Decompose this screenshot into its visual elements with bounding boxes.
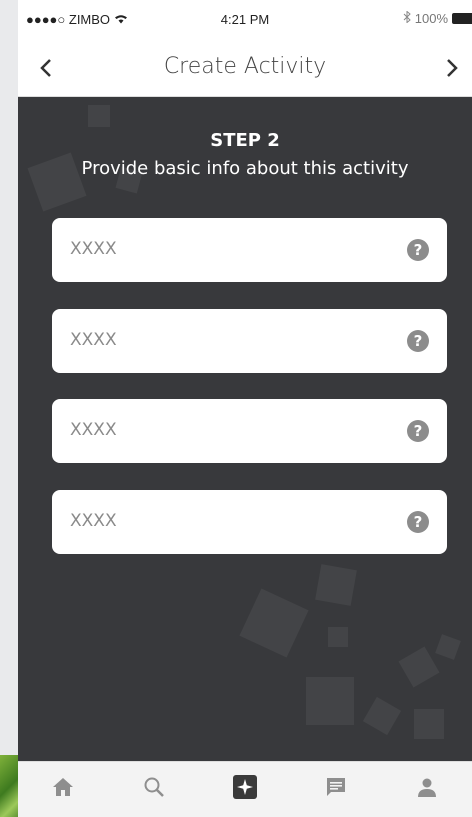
help-icon[interactable]: ? — [407, 420, 429, 442]
decorative-square — [328, 627, 348, 647]
decorative-square — [315, 564, 357, 606]
decorative-square — [239, 588, 309, 658]
decorative-square — [88, 105, 110, 127]
decorative-square — [306, 677, 354, 725]
battery-percent: 100% — [414, 11, 448, 26]
info-field-4[interactable]: XXXX ? — [52, 490, 447, 554]
battery-icon — [452, 13, 472, 24]
step-title: STEP 2 — [210, 130, 280, 151]
decorative-square — [362, 696, 402, 736]
tab-messages[interactable] — [316, 770, 356, 810]
phone-screen: ●●●●○ ZIMBO 4:21 PM 100% Create Activity — [18, 0, 472, 817]
page-title: Create Activity — [163, 54, 327, 79]
step-subtitle: Provide basic info about this activity — [81, 158, 409, 179]
info-field-1[interactable]: XXXX ? — [52, 218, 447, 282]
field-value: XXXX — [70, 330, 117, 350]
info-field-3[interactable]: XXXX ? — [52, 399, 447, 463]
status-bar: ●●●●○ ZIMBO 4:21 PM 100% — [18, 0, 472, 40]
decorative-square — [414, 709, 444, 739]
create-activity-icon — [232, 775, 257, 804]
tab-search[interactable] — [134, 770, 174, 810]
info-field-2[interactable]: XXXX ? — [52, 309, 447, 373]
field-value: XXXX — [70, 239, 117, 259]
chevron-right-icon — [445, 58, 459, 83]
tab-profile[interactable] — [407, 770, 447, 810]
help-icon[interactable]: ? — [407, 239, 429, 261]
field-value: XXXX — [70, 420, 117, 440]
tab-home[interactable] — [43, 770, 83, 810]
form-area: STEP 2 Provide basic info about this act… — [18, 97, 472, 762]
tab-bar — [18, 761, 472, 817]
profile-icon — [416, 776, 438, 803]
messages-icon — [325, 776, 347, 803]
field-value: XXXX — [70, 511, 117, 531]
decorative-square — [398, 646, 440, 688]
bluetooth-icon — [403, 10, 411, 26]
navigation-bar: Create Activity — [18, 40, 472, 97]
decorative-square — [435, 634, 461, 660]
search-icon — [143, 776, 165, 803]
help-icon[interactable]: ? — [407, 330, 429, 352]
home-icon — [52, 777, 74, 802]
tab-create-activity[interactable] — [225, 770, 265, 810]
help-icon[interactable]: ? — [407, 511, 429, 533]
next-button[interactable] — [432, 50, 472, 90]
battery-indicator: 100% — [403, 10, 472, 26]
